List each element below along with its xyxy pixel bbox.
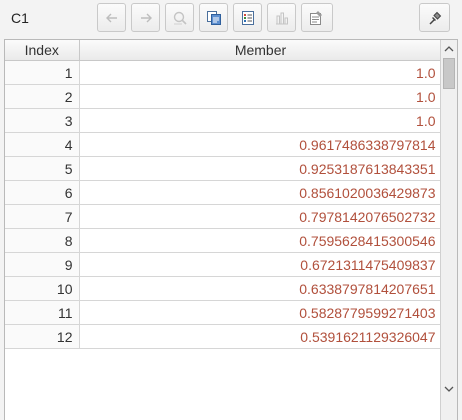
member-value[interactable]: 1.0 [79,84,443,109]
copy-button[interactable] [199,3,228,32]
table-row[interactable]: 2 1.0 [5,84,443,109]
row-index: 3 [5,108,80,133]
chevron-up-icon [444,46,454,52]
scroll-down-button[interactable] [441,381,457,398]
forward-button[interactable] [131,3,160,32]
copy-icon [206,10,221,25]
chart-icon [275,12,288,24]
row-index: 11 [5,300,80,325]
chart-button[interactable] [267,3,296,32]
table-row[interactable]: 1 1.0 [5,60,443,85]
member-value[interactable]: 0.7595628415300546 [79,228,443,253]
member-value[interactable]: 0.6338797814207651 [79,276,443,301]
table-row[interactable]: 6 0.8561020036429873 [5,180,443,205]
member-value[interactable]: 0.8561020036429873 [79,180,443,205]
member-value[interactable]: 0.6721311475409837 [79,252,443,277]
data-table: Index Member 1 1.0 2 1.0 3 1.0 4 0.961748633… [5,40,443,349]
table-row[interactable]: 8 0.7595628415300546 [5,228,443,253]
row-index: 8 [5,228,80,253]
table-row[interactable]: 7 0.7978142076502732 [5,204,443,229]
table-row[interactable]: 4 0.9617486338797814 [5,132,443,157]
magnifier-icon [173,11,187,25]
table-row[interactable]: 9 0.6721311475409837 [5,252,443,277]
row-index: 5 [5,156,80,181]
list-icon [241,10,254,25]
back-button[interactable] [97,3,126,32]
header-row: Index Member [5,40,443,61]
pin-button[interactable] [419,3,450,32]
vertical-scrollbar[interactable] [440,40,457,420]
table-row[interactable]: 10 0.6338797814207651 [5,276,443,301]
member-value[interactable]: 0.9253187613843351 [79,156,443,181]
member-value[interactable]: 0.5828779599271403 [79,300,443,325]
scroll-up-button[interactable] [441,40,457,57]
list-button[interactable] [233,3,262,32]
table-row[interactable]: 11 0.5828779599271403 [5,300,443,325]
row-index: 7 [5,204,80,229]
table-row[interactable]: 3 1.0 [5,108,443,133]
row-index: 12 [5,324,80,349]
index-column-header[interactable]: Index [5,40,80,61]
properties-icon [310,10,322,25]
search-button[interactable] [165,3,194,32]
member-value[interactable]: 1.0 [79,60,443,85]
cell-name-label: C1 [11,10,29,26]
member-value[interactable]: 0.5391621129326047 [79,324,443,349]
properties-button[interactable] [301,3,333,32]
forward-arrow-icon [140,13,152,22]
row-index: 6 [5,180,80,205]
member-value[interactable]: 0.9617486338797814 [79,132,443,157]
member-column-header[interactable]: Member [79,40,443,61]
member-value[interactable]: 0.7978142076502732 [79,204,443,229]
table-row[interactable]: 5 0.9253187613843351 [5,156,443,181]
pin-icon [428,11,441,25]
row-index: 4 [5,132,80,157]
scroll-thumb[interactable] [443,58,455,89]
back-arrow-icon [105,13,117,22]
row-index: 1 [5,60,80,85]
row-index: 2 [5,84,80,109]
chevron-down-icon [444,386,454,392]
result-grid: Index Member 1 1.0 2 1.0 3 1.0 4 0.961748633… [4,39,458,420]
row-index: 9 [5,252,80,277]
table-row[interactable]: 12 0.5391621129326047 [5,324,443,349]
row-index: 10 [5,276,80,301]
toolbar: C1 [0,0,462,38]
member-value[interactable]: 1.0 [79,108,443,133]
